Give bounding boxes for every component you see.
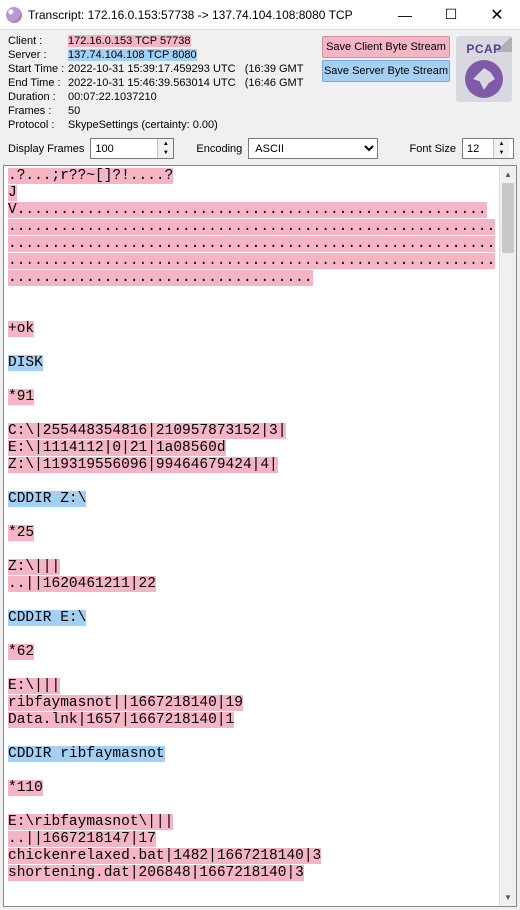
server-line: CDDIR Z:\ xyxy=(8,491,86,507)
scroll-down-icon[interactable]: ▼ xyxy=(500,889,516,906)
minimize-button[interactable]: — xyxy=(382,0,428,29)
end-local: (16:46 GMT xyxy=(245,77,304,89)
client-line: ..||1667218147|17 xyxy=(8,831,156,847)
client-line: ..||1620461211|22 xyxy=(8,576,156,592)
end-value: 2022-10-31 15:46:39.563014 UTC xyxy=(68,77,236,89)
window-controls: — ☐ ✕ xyxy=(382,0,520,29)
pcap-label: PCAP xyxy=(456,42,512,56)
client-line: chickenrelaxed.bat|1482|1667218140|3 xyxy=(8,848,321,864)
client-line: ribfaymasnot||1667218140|19 xyxy=(8,695,243,711)
client-line: E:\||| xyxy=(8,678,60,694)
server-label: Server : xyxy=(8,49,68,61)
client-line: E:\|1114112|0|21|1a08560d xyxy=(8,440,226,456)
client-line: Z:\||| xyxy=(8,559,60,575)
protocol-value: SkypeSettings (certainty: 0.00) xyxy=(68,119,218,131)
fontsize-field[interactable] xyxy=(463,139,493,158)
gear-icon xyxy=(465,60,503,98)
window-title: Transcript: 172.16.0.153:57738 -> 137.74… xyxy=(28,8,382,22)
client-line: ................................... xyxy=(8,270,313,286)
maximize-button[interactable]: ☐ xyxy=(428,0,474,29)
client-line: *62 xyxy=(8,644,34,660)
scroll-thumb[interactable] xyxy=(502,183,514,253)
start-local: (16:39 GMT xyxy=(245,63,304,75)
server-value: 137.74.104.108 TCP 8080 xyxy=(68,49,197,61)
duration-label: Duration : xyxy=(8,91,68,103)
spin-up-icon[interactable]: ▲ xyxy=(158,139,173,149)
client-line: Z:\|119319556096|99464679424|4| xyxy=(8,457,278,473)
client-line: shortening.dat|206848|1667218140|3 xyxy=(8,865,304,881)
display-frames-input[interactable]: ▲▼ xyxy=(90,138,174,159)
client-label: Client : xyxy=(8,35,68,47)
encoding-label: Encoding xyxy=(196,143,242,155)
start-label: Start Time : xyxy=(8,63,68,75)
spin-down-icon[interactable]: ▼ xyxy=(158,149,173,159)
client-line: .?...;r??~[]?!....? xyxy=(8,168,173,184)
client-line: Data.lnk|1657|1667218140|1 xyxy=(8,712,234,728)
client-line: *25 xyxy=(8,525,34,541)
fontsize-label: Font Size xyxy=(410,143,456,155)
spin-down-icon[interactable]: ▼ xyxy=(494,149,509,159)
frames-value: 50 xyxy=(68,105,80,117)
client-line: ........................................… xyxy=(8,236,495,252)
fontsize-input[interactable]: ▲▼ xyxy=(462,138,514,159)
transcript-viewport: .?...;r??~[]?!....? JV..................… xyxy=(3,165,517,907)
client-line: +ok xyxy=(8,321,34,337)
transcript-content[interactable]: .?...;r??~[]?!....? JV..................… xyxy=(4,166,499,906)
save-server-button[interactable]: Save Server Byte Stream xyxy=(322,60,450,82)
client-line: *110 xyxy=(8,780,43,796)
toolbar: Display Frames ▲▼ Encoding ASCII Font Si… xyxy=(0,134,520,165)
server-line: CDDIR ribfaymasnot xyxy=(8,746,165,762)
close-button[interactable]: ✕ xyxy=(474,0,520,29)
server-line: DISK xyxy=(8,355,43,371)
client-value: 172.16.0.153 TCP 57738 xyxy=(68,35,191,47)
save-client-button[interactable]: Save Client Byte Stream xyxy=(322,36,450,58)
client-line: *91 xyxy=(8,389,34,405)
client-line: E:\ribfaymasnot\||| xyxy=(8,814,173,830)
spin-up-icon[interactable]: ▲ xyxy=(494,139,509,149)
frames-label: Frames : xyxy=(8,105,68,117)
client-line: JV......................................… xyxy=(8,185,487,218)
client-line: ........................................… xyxy=(8,219,495,235)
encoding-select[interactable]: ASCII xyxy=(248,138,378,159)
scrollbar[interactable]: ▲ ▼ xyxy=(499,166,516,906)
metadata-panel: Client :172.16.0.153 TCP 57738 Server :1… xyxy=(0,30,520,134)
scroll-track[interactable] xyxy=(500,183,516,889)
client-line: C:\|255448354816|210957873152|3| xyxy=(8,423,286,439)
scroll-up-icon[interactable]: ▲ xyxy=(500,166,516,183)
pcap-icon[interactable]: PCAP xyxy=(456,36,512,102)
protocol-label: Protocol : xyxy=(8,119,68,131)
start-value: 2022-10-31 15:39:17.459293 UTC xyxy=(68,63,236,75)
duration-value: 00:07:22.1037210 xyxy=(68,91,157,103)
display-frames-label: Display Frames xyxy=(8,143,84,155)
titlebar: Transcript: 172.16.0.153:57738 -> 137.74… xyxy=(0,0,520,30)
server-line: CDDIR E:\ xyxy=(8,610,86,626)
app-icon xyxy=(6,7,22,23)
client-line: ........................................… xyxy=(8,253,495,269)
display-frames-field[interactable] xyxy=(91,139,157,158)
end-label: End Time : xyxy=(8,77,68,89)
